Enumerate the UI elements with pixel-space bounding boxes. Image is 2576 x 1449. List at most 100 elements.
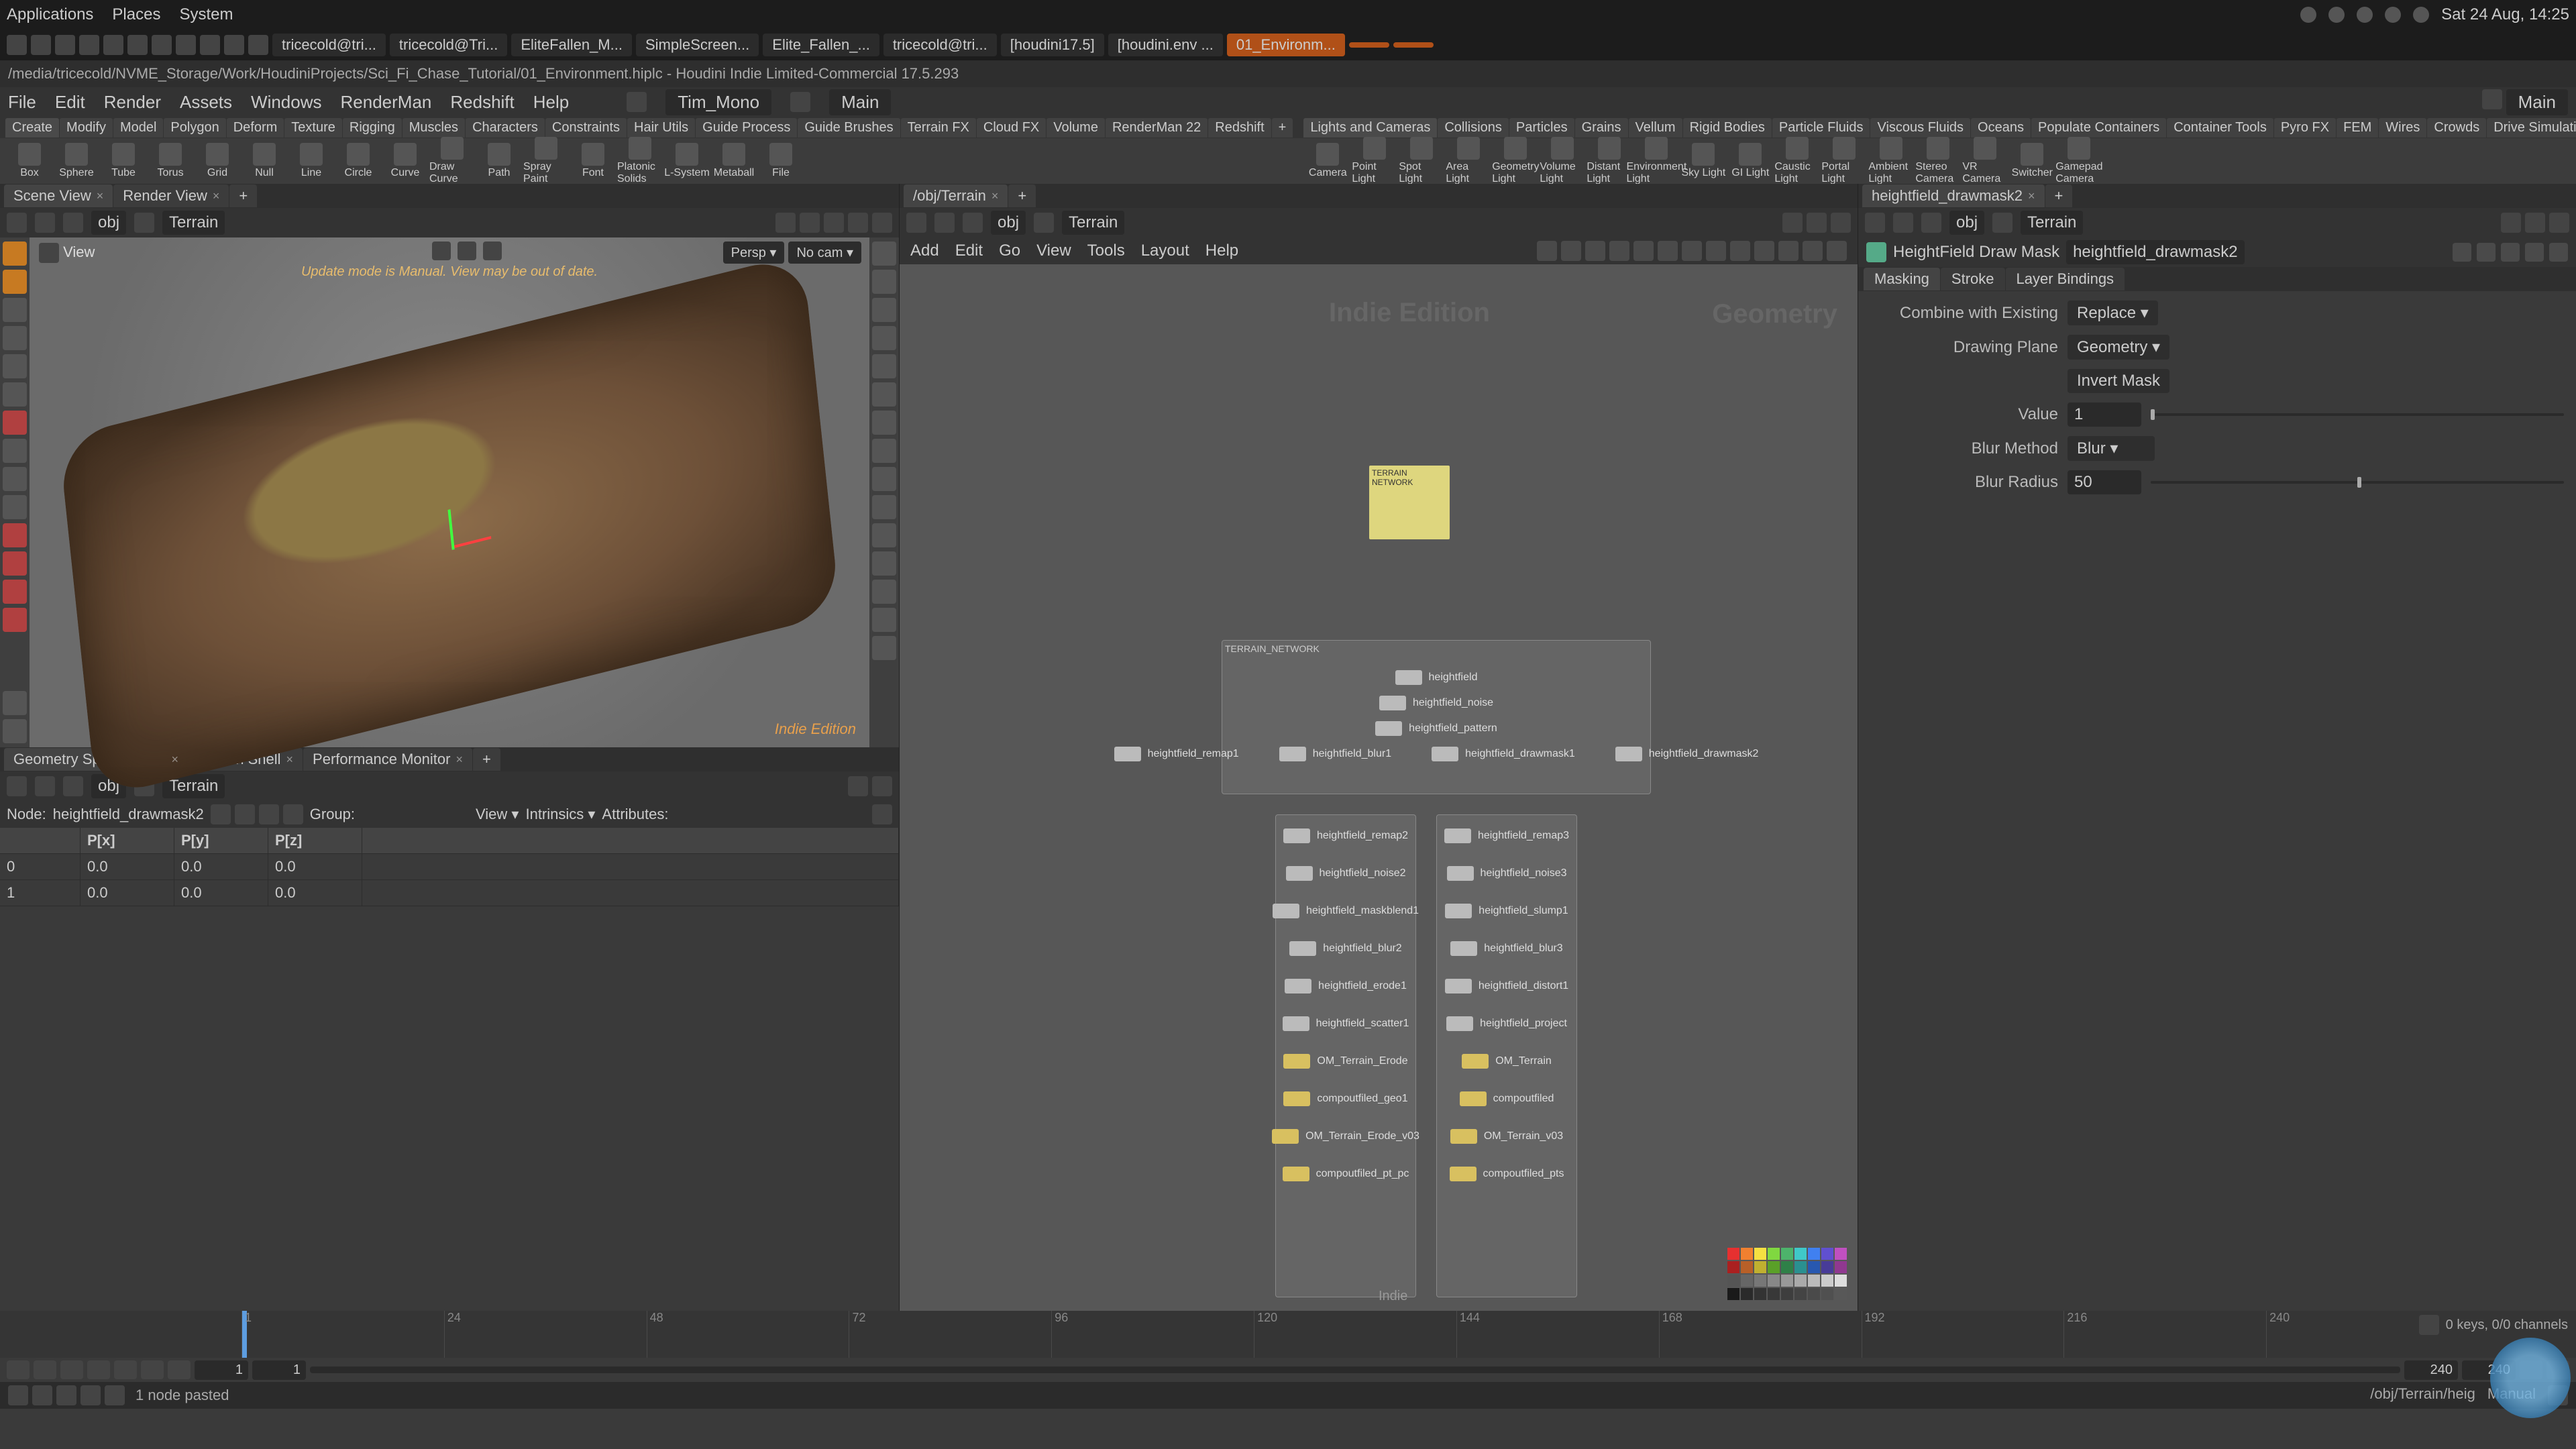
palette-swatch[interactable] <box>1768 1261 1780 1273</box>
node[interactable]: heightfield_drawmask2 <box>1615 747 1759 761</box>
scene-view-tab[interactable]: Scene View× <box>4 184 113 207</box>
task-button-active[interactable]: 01_Environm... <box>1227 34 1345 56</box>
shelf-tab[interactable]: Lights and Cameras <box>1303 118 1437 138</box>
shelf-tool[interactable]: Volume Light <box>1540 137 1585 185</box>
camera-select[interactable]: No cam ▾ <box>788 241 861 264</box>
launcher-icon[interactable] <box>127 35 148 55</box>
node[interactable]: OM_Terrain_Erode <box>1283 1054 1407 1069</box>
task-button[interactable]: EliteFallen_M... <box>511 34 632 56</box>
plane-select[interactable]: Geometry ▾ <box>2068 335 2169 360</box>
status-icon[interactable] <box>8 1385 28 1405</box>
shelf-tool[interactable]: Environment Light <box>1633 137 1679 185</box>
palette-swatch[interactable] <box>1781 1248 1793 1260</box>
volume-tray-icon[interactable] <box>2385 7 2401 23</box>
forward-icon[interactable] <box>934 213 955 233</box>
radius-slider[interactable] <box>2151 481 2564 484</box>
network-tool-icon[interactable] <box>1585 241 1605 261</box>
link-icon[interactable] <box>872 776 892 796</box>
display-opt-icon[interactable] <box>872 382 896 407</box>
node[interactable]: heightfield_blur1 <box>1279 747 1391 761</box>
path-node[interactable]: Terrain <box>2021 211 2083 235</box>
render-menu[interactable]: Render <box>104 92 161 113</box>
method-select[interactable]: Blur ▾ <box>2068 436 2155 461</box>
cell[interactable]: 1 <box>0 880 80 906</box>
display-opt-icon[interactable] <box>872 354 896 378</box>
network-group-top[interactable]: TERRAIN_NETWORK heightfield heightfield_… <box>1222 640 1651 794</box>
shelf-tab[interactable]: Guide Process <box>696 118 797 138</box>
arrow-tool-icon[interactable] <box>3 326 27 350</box>
view-tool-icon[interactable] <box>458 241 476 260</box>
network-tool-icon[interactable] <box>1730 241 1750 261</box>
back-icon[interactable] <box>906 213 926 233</box>
snap-magnet-icon[interactable] <box>3 608 27 632</box>
palette-swatch[interactable] <box>1768 1248 1780 1260</box>
node[interactable]: heightfield_blur2 <box>1289 941 1401 956</box>
shelf-tool[interactable]: GI Light <box>1727 143 1773 179</box>
help-icon[interactable] <box>2549 243 2568 262</box>
edit-menu[interactable]: Edit <box>955 241 983 260</box>
launcher-icon[interactable] <box>7 35 27 55</box>
launcher-icon[interactable] <box>176 35 196 55</box>
network-group-right[interactable]: heightfield_remap3heightfield_noise3heig… <box>1436 814 1577 1297</box>
palette-swatch[interactable] <box>1741 1248 1753 1260</box>
back-icon[interactable] <box>1865 213 1885 233</box>
help-menu[interactable]: Help <box>1205 241 1238 260</box>
network-tool-icon[interactable] <box>1803 241 1823 261</box>
handle-tool-icon[interactable] <box>3 270 27 294</box>
file-menu[interactable]: File <box>8 92 36 113</box>
shelf-tool[interactable]: Platonic Solids <box>617 137 663 185</box>
palette-swatch[interactable] <box>1741 1261 1753 1273</box>
snap2-icon[interactable] <box>824 213 844 233</box>
shelf-tab[interactable]: Volume <box>1046 118 1105 138</box>
palette-swatch[interactable] <box>1835 1275 1847 1287</box>
palette-swatch[interactable] <box>1727 1261 1739 1273</box>
battery-tray-icon[interactable] <box>2413 7 2429 23</box>
node[interactable]: OM_Terrain_Erode_v03 <box>1272 1129 1419 1144</box>
prev-key-button[interactable] <box>34 1360 56 1379</box>
shelf-tab[interactable]: Wires <box>2379 118 2426 138</box>
snap-point-icon[interactable] <box>3 523 27 547</box>
spreadsheet-node-field[interactable]: heightfield_drawmask2 <box>53 806 204 823</box>
user-icon[interactable] <box>790 92 810 112</box>
palette-swatch[interactable] <box>1808 1275 1820 1287</box>
display-opt-icon[interactable] <box>872 580 896 604</box>
select-tool-icon[interactable] <box>3 241 27 266</box>
node[interactable]: heightfield_pattern <box>1375 721 1497 736</box>
shelf-tab[interactable]: Container Tools <box>2167 118 2273 138</box>
lock-tool-icon[interactable] <box>3 354 27 378</box>
scrub-bar[interactable] <box>310 1366 2400 1373</box>
path-node[interactable]: Terrain <box>1062 211 1124 235</box>
launcher-icon[interactable] <box>103 35 123 55</box>
display-opt-icon[interactable] <box>872 467 896 491</box>
cell[interactable]: 0.0 <box>80 854 174 880</box>
os-menu-system[interactable]: System <box>179 5 233 24</box>
parameter-tab[interactable]: heightfield_drawmask2× <box>1862 184 2045 207</box>
windows-menu[interactable]: Windows <box>251 92 321 113</box>
os-menu-places[interactable]: Places <box>112 5 160 24</box>
node[interactable]: compoutfiled_pts <box>1450 1167 1564 1181</box>
shelf-tool[interactable]: File <box>758 143 804 179</box>
snap-face-icon[interactable] <box>3 580 27 604</box>
shelf-tab[interactable]: Pyro FX <box>2274 118 2336 138</box>
node[interactable]: heightfield_scatter1 <box>1283 1016 1409 1031</box>
tools-menu[interactable]: Tools <box>1087 241 1125 260</box>
display-opt-icon[interactable] <box>872 523 896 547</box>
palette-swatch[interactable] <box>1754 1248 1766 1260</box>
palette-swatch[interactable] <box>1781 1275 1793 1287</box>
shelf-tab[interactable]: Deform <box>227 118 284 138</box>
shelf-tab[interactable]: Vellum <box>1629 118 1682 138</box>
shelf-tab[interactable]: Polygon <box>164 118 225 138</box>
pin-icon[interactable] <box>775 213 796 233</box>
camera-icon[interactable] <box>39 243 59 263</box>
stroke-tab[interactable]: Stroke <box>1941 268 2005 290</box>
shelf-tool[interactable]: Curve <box>382 143 428 179</box>
add-tab[interactable]: + <box>473 748 500 771</box>
node[interactable]: heightfield_remap1 <box>1114 747 1239 761</box>
forward-icon[interactable] <box>35 776 55 796</box>
palette-swatch[interactable] <box>1835 1288 1847 1300</box>
shelf-tab[interactable]: Characters <box>466 118 545 138</box>
node[interactable]: heightfield_slump1 <box>1445 904 1568 918</box>
misc-tool-icon[interactable] <box>3 467 27 491</box>
shelf-tool[interactable]: Stereo Camera <box>1915 137 1961 185</box>
go-menu[interactable]: Go <box>999 241 1020 260</box>
